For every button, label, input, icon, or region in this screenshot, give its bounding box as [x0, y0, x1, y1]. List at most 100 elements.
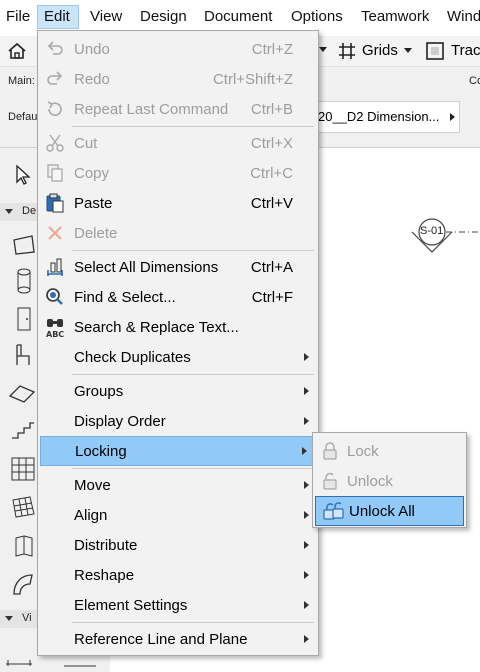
- scale-line-icon: [62, 654, 102, 672]
- copy-icon: [45, 163, 65, 183]
- menu-item-shortcut: Ctrl+B: [250, 101, 293, 118]
- menu-item-shortcut: Ctrl+V: [250, 195, 293, 212]
- unlock-icon: [320, 471, 340, 491]
- menu-item-locking[interactable]: Locking: [40, 436, 316, 466]
- menu-item-cut[interactable]: Cut Ctrl+X: [39, 129, 317, 157]
- scissors-icon: [45, 133, 65, 153]
- menu-item-label: Undo: [74, 41, 110, 58]
- wall-tool-icon[interactable]: [12, 234, 36, 260]
- view-name-field[interactable]: 20__D2 Dimension...: [312, 101, 460, 133]
- find-select-icon: [45, 287, 65, 307]
- submenu-arrow-icon: [304, 511, 309, 519]
- view-section-label: Vi: [22, 612, 32, 624]
- menu-item-check-duplicates[interactable]: Check Duplicates: [39, 343, 317, 371]
- menu-item-find-select[interactable]: Find & Select... Ctrl+F: [39, 283, 317, 311]
- submenu-arrow-icon: [304, 353, 309, 361]
- menu-item-delete[interactable]: Delete: [39, 219, 317, 247]
- submenu-arrow-icon: [304, 417, 309, 425]
- submenu-item-unlock-all[interactable]: Unlock All: [315, 496, 464, 526]
- menu-item-copy[interactable]: Copy Ctrl+C: [39, 159, 317, 187]
- svg-text:ABC: ABC: [46, 330, 64, 339]
- menu-item-label: Redo: [74, 71, 110, 88]
- grids-dropdown-arrow-icon[interactable]: [404, 48, 412, 53]
- menu-options[interactable]: Options: [291, 8, 343, 25]
- menu-item-select-all-dimensions[interactable]: Select All Dimensions Ctrl+A: [39, 253, 317, 281]
- menu-view[interactable]: View: [90, 8, 122, 25]
- collapse-triangle-icon: [5, 209, 13, 214]
- menu-separator: [72, 250, 314, 251]
- chair-tool-icon[interactable]: [12, 343, 34, 373]
- menu-item-repeat-last-command[interactable]: Repeat Last Command Ctrl+B: [39, 95, 317, 123]
- menu-design[interactable]: Design: [140, 8, 187, 25]
- menu-edit[interactable]: Edit: [37, 5, 79, 29]
- default-label: Defau: [8, 111, 38, 123]
- menu-item-search-replace-text[interactable]: ABC Search & Replace Text...: [39, 313, 317, 341]
- menu-item-move[interactable]: Move: [39, 471, 317, 499]
- menu-item-label: Select All Dimensions: [74, 259, 219, 276]
- submenu-item-label: Unlock All: [349, 503, 415, 520]
- menu-item-align[interactable]: Align: [39, 501, 317, 529]
- menu-item-label: Reshape: [74, 567, 135, 584]
- grids-button[interactable]: Grids: [362, 42, 398, 59]
- menu-item-display-order[interactable]: Display Order: [39, 407, 317, 435]
- menu-item-label: Move: [74, 477, 111, 494]
- submenu-arrow-icon: [304, 635, 309, 643]
- dimension-tool-icon[interactable]: [4, 654, 34, 672]
- menu-item-redo[interactable]: Redo Ctrl+Shift+Z: [39, 65, 317, 93]
- submenu-arrow-icon: [302, 447, 307, 455]
- submenu-arrow-icon: [304, 481, 309, 489]
- menu-item-reshape[interactable]: Reshape: [39, 561, 317, 589]
- submenu-arrow-icon: [304, 387, 309, 395]
- arrow-pointer-icon[interactable]: [14, 164, 32, 190]
- design-section-label: De: [22, 205, 37, 217]
- section-marker-label: S-01: [420, 225, 444, 237]
- mesh-tool-icon[interactable]: [10, 494, 36, 524]
- design-section-header[interactable]: De: [0, 203, 40, 221]
- menu-item-element-settings[interactable]: Element Settings: [39, 591, 317, 619]
- menu-item-distribute[interactable]: Distribute: [39, 531, 317, 559]
- view-section-header[interactable]: Vi: [0, 610, 40, 628]
- menu-item-label: Find & Select...: [74, 289, 176, 306]
- submenu-item-lock[interactable]: Lock: [314, 437, 465, 465]
- menu-window[interactable]: Wind: [447, 8, 480, 25]
- menu-teamwork[interactable]: Teamwork: [361, 8, 429, 25]
- right-panel-label: Co: [469, 75, 480, 87]
- door-tool-icon[interactable]: [14, 306, 34, 336]
- drawing-canvas[interactable]: S-01: [318, 148, 480, 672]
- menu-item-label: Reference Line and Plane: [74, 631, 248, 648]
- menu-item-shortcut: Ctrl+Shift+Z: [212, 71, 293, 88]
- menu-item-groups[interactable]: Groups: [39, 377, 317, 405]
- menu-item-label: Cut: [74, 135, 98, 152]
- menu-item-label: Element Settings: [74, 597, 188, 614]
- slab-tool-icon[interactable]: [12, 534, 36, 562]
- menu-item-label: Paste: [74, 195, 113, 212]
- roof-tool-icon[interactable]: [8, 382, 36, 408]
- delete-x-icon: [45, 223, 65, 243]
- submenu-item-label: Unlock: [347, 473, 393, 490]
- undo-icon: [45, 39, 65, 59]
- menu-document[interactable]: Document: [204, 8, 272, 25]
- repeat-icon: [45, 99, 65, 119]
- redo-icon: [45, 69, 65, 89]
- menu-item-undo[interactable]: Undo Ctrl+Z: [39, 35, 317, 63]
- stair-tool-icon[interactable]: [10, 418, 36, 446]
- dropdown-arrow-icon[interactable]: [319, 47, 327, 52]
- chevron-right-icon[interactable]: [450, 113, 455, 121]
- menu-item-shortcut: Ctrl+Z: [251, 41, 293, 58]
- menu-item-label: Distribute: [74, 537, 138, 554]
- curtain-wall-tool-icon[interactable]: [10, 456, 36, 486]
- home-icon[interactable]: [6, 40, 28, 66]
- menu-item-label: Locking: [75, 443, 127, 460]
- menu-file[interactable]: File: [6, 8, 30, 25]
- menu-item-paste[interactable]: Paste Ctrl+V: [39, 189, 317, 217]
- menu-item-reference-line-and-plane[interactable]: Reference Line and Plane: [39, 625, 317, 653]
- view-name-text: 20__D2 Dimension...: [318, 109, 440, 124]
- column-tool-icon[interactable]: [14, 268, 34, 298]
- menu-item-shortcut: Ctrl+F: [251, 289, 293, 306]
- submenu-arrow-icon: [304, 571, 309, 579]
- trace-button[interactable]: Trac: [451, 42, 480, 59]
- menu-item-label: Groups: [74, 383, 124, 400]
- select-all-dimensions-icon: [45, 257, 65, 277]
- submenu-item-unlock[interactable]: Unlock: [314, 467, 465, 495]
- shell-tool-icon[interactable]: [10, 572, 36, 602]
